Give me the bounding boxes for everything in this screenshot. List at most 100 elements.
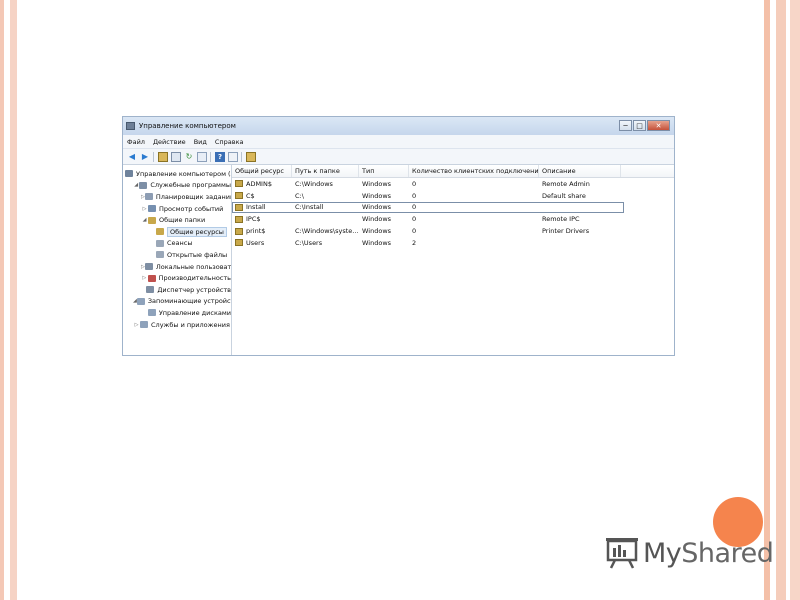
tree-node-icon (139, 181, 148, 189)
tree-node-label: Планировщик заданий (155, 192, 232, 201)
collapsed-arrow-icon[interactable]: ▷ (141, 275, 148, 281)
tree-node-label: Службы и приложения (151, 320, 230, 329)
tree-node-label: Управление компьютером (л (136, 169, 232, 178)
tree-node[interactable]: ◢ Запоминающие устройст (123, 296, 231, 308)
column-header-connections[interactable]: Количество клиентских подключений (409, 165, 539, 177)
maximize-button[interactable]: □ (633, 120, 646, 131)
tree-node-label: Общие ресурсы (167, 226, 227, 237)
collapsed-arrow-icon[interactable]: ▷ (133, 322, 140, 328)
tree-node-label: Общие папки (159, 216, 206, 225)
tree-node[interactable]: Управление компьютером (л (123, 168, 231, 180)
tree-node-icon (144, 263, 153, 271)
help-icon[interactable]: ? (215, 151, 225, 162)
type-cell: Windows (362, 238, 392, 247)
path-cell: C:\Windows (295, 179, 333, 188)
expanded-arrow-icon[interactable]: ◢ (141, 217, 148, 223)
back-icon[interactable]: ◀ (127, 152, 137, 162)
show-tree-icon[interactable] (171, 151, 181, 162)
path-cell: C:\Windows\syste... (295, 227, 359, 236)
up-icon[interactable] (158, 151, 168, 162)
tree-node-icon (148, 205, 156, 213)
tree-node[interactable]: ◢ Служебные программы (123, 180, 231, 192)
table-row[interactable]: print$ C:\Windows\syste... Windows 0 Printer… (232, 225, 674, 237)
share-name: Users (246, 238, 265, 247)
type-cell: Windows (362, 203, 392, 212)
tree-node-label: Диспетчер устройств (157, 285, 231, 294)
table-row[interactable]: ADMIN$ C:\Windows Windows 0 Remote Admin (232, 178, 674, 190)
shared-folder-icon (235, 239, 243, 247)
close-button[interactable]: ✕ (647, 120, 670, 131)
tree-node[interactable]: Управление дисками (123, 307, 231, 319)
tree-node[interactable]: ▷ Просмотр событий (123, 203, 231, 215)
tree-node-label: Служебные программы (150, 181, 231, 190)
share-name-cell: IPC$ (232, 215, 292, 223)
shared-folder-icon (235, 215, 243, 223)
minimize-button[interactable]: ─ (619, 120, 632, 131)
table-row[interactable]: IPC$ Windows 0 Remote IPC (232, 213, 674, 225)
type-cell: Windows (362, 179, 392, 188)
description-cell: Printer Drivers (542, 227, 590, 236)
toolbar-separator (241, 151, 242, 162)
window-title: Управление компьютером (139, 122, 236, 130)
tree-node[interactable]: ▷ Службы и приложения (123, 319, 231, 331)
column-header-path[interactable]: Путь к папке (292, 165, 359, 177)
tree-node-icon (147, 309, 156, 317)
computer-management-window: Управление компьютером ─ □ ✕ Файл Действ… (122, 116, 675, 356)
column-header-description[interactable]: Описание (539, 165, 621, 177)
menu-view[interactable]: Вид (194, 138, 207, 146)
tree-node-icon (156, 228, 164, 236)
menu-file[interactable]: Файл (127, 138, 145, 146)
menu-help[interactable]: Справка (215, 138, 244, 146)
refresh-icon[interactable]: ↻ (184, 152, 194, 162)
menu-action[interactable]: Действие (153, 138, 186, 146)
column-header-type[interactable]: Тип (359, 165, 409, 177)
column-header-share[interactable]: Общий ресурс (232, 165, 292, 177)
type-cell: Windows (362, 215, 392, 224)
table-row[interactable]: C$ C:\ Windows 0 Default share (232, 190, 674, 202)
slide-right-border (764, 0, 800, 600)
tree-node[interactable]: ▷ Локальные пользоват (123, 261, 231, 273)
shared-folder-icon (235, 203, 243, 211)
tree-node[interactable]: ▷ Планировщик заданий (123, 191, 231, 203)
table-row[interactable]: Users C:\Users Windows 2 (232, 237, 674, 249)
tree-node-icon (146, 286, 155, 294)
tree-node-icon (156, 251, 164, 259)
export-icon[interactable] (197, 151, 207, 162)
title-bar[interactable]: Управление компьютером ─ □ ✕ (123, 117, 674, 135)
share-icon[interactable] (246, 151, 256, 162)
navigation-tree: Управление компьютером (л ◢ Служебные прог… (123, 165, 232, 355)
tree-node-label: Просмотр событий (159, 204, 224, 213)
shares-table: Общий ресурс Путь к папке Тип Количество… (232, 165, 674, 355)
forward-icon[interactable]: ▶ (140, 152, 150, 162)
description-cell: Remote IPC (542, 215, 580, 224)
share-name-cell: ADMIN$ (232, 180, 292, 188)
app-icon (126, 122, 135, 130)
toolbar-separator (153, 151, 154, 162)
tree-node[interactable]: ▷ Производительность (123, 272, 231, 284)
shared-folder-icon (235, 227, 243, 235)
type-cell: Windows (362, 227, 392, 236)
table-row[interactable]: Install C:\Install Windows 0 (232, 201, 624, 214)
tree-node-label: Управление дисками (158, 308, 231, 317)
share-name: Install (246, 203, 266, 212)
type-cell: Windows (362, 191, 392, 200)
tree-node-icon (147, 274, 156, 282)
tree-node[interactable]: Сеансы (123, 238, 231, 250)
toolbar-separator (210, 151, 211, 162)
tree-node[interactable]: Диспетчер устройств (123, 284, 231, 296)
tree-node-label: Открытые файлы (167, 250, 228, 259)
tree-node[interactable]: Общие ресурсы (123, 226, 231, 238)
tree-node-label: Локальные пользоват (155, 262, 232, 271)
tree-node[interactable]: Открытые файлы (123, 249, 231, 261)
tree-node-label: Запоминающие устройст (147, 297, 232, 306)
share-name-cell: Users (232, 239, 292, 247)
tree-node[interactable]: ◢ Общие папки (123, 214, 231, 226)
share-name-cell: C$ (232, 192, 292, 200)
table-header: Общий ресурс Путь к папке Тип Количество… (232, 165, 674, 178)
collapsed-arrow-icon[interactable]: ▷ (141, 206, 148, 212)
description-cell: Default share (542, 191, 586, 200)
properties-icon[interactable] (228, 151, 238, 162)
tree-node-icon (136, 297, 145, 305)
menu-bar: Файл Действие Вид Справка (123, 135, 674, 149)
shared-folder-icon (235, 192, 243, 200)
